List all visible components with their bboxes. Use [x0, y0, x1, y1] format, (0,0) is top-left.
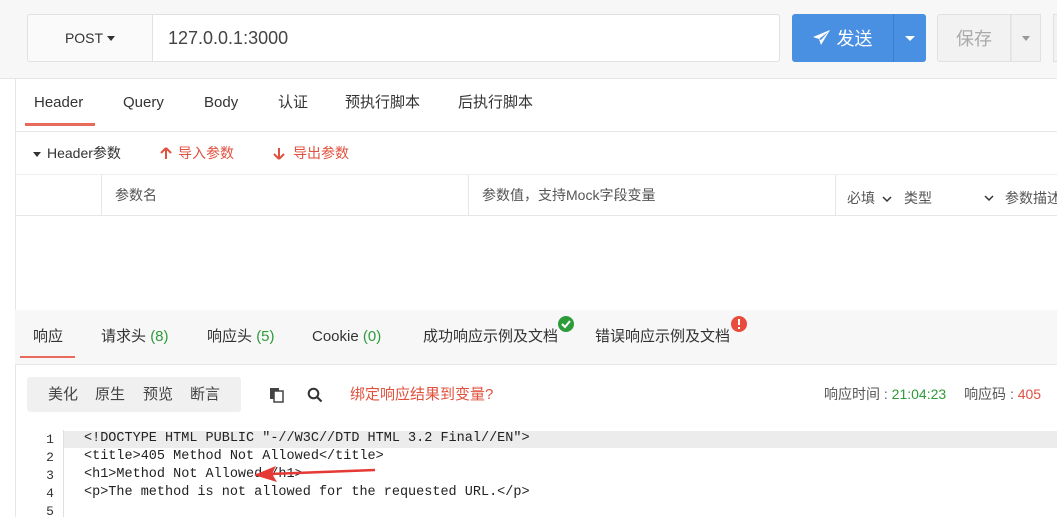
- tab-cookie[interactable]: Cookie (0): [312, 310, 381, 364]
- check-circle-icon: [558, 316, 574, 332]
- column-divider: [835, 175, 836, 215]
- col-required-label: 必填: [847, 190, 875, 206]
- column-divider: [101, 175, 102, 215]
- tab-cookie-label: Cookie: [312, 328, 359, 345]
- tab-post-script[interactable]: 后执行脚本: [458, 79, 533, 131]
- col-type: 类型: [904, 190, 932, 206]
- response-meta: 响应时间 : 21:04:23 响应码 : 405: [824, 377, 1041, 412]
- arrow-down-icon: [273, 148, 285, 160]
- line-number: 2: [46, 450, 54, 465]
- tab-request-headers[interactable]: 请求头 (8): [101, 310, 169, 364]
- arrow-up-icon: [160, 147, 172, 159]
- tab-pre-script[interactable]: 预执行脚本: [345, 79, 420, 131]
- chevron-down-icon: [1022, 35, 1030, 41]
- save-dropdown-button[interactable]: [1011, 14, 1041, 62]
- line-number: 1: [46, 432, 54, 447]
- code-line: <p>The method is not allowed for the req…: [84, 485, 530, 500]
- response-code-viewer[interactable]: 1 <!DOCTYPE HTML PUBLIC "-//W3C//DTD HTM…: [15, 430, 1057, 519]
- active-tab-indicator: [25, 123, 95, 126]
- search-icon[interactable]: [307, 387, 323, 403]
- response-tabs: 响应 请求头 (8) 响应头 (5) Cookie (0) 成功响应示例及文档 …: [15, 310, 1057, 365]
- format-preview[interactable]: 预览: [143, 377, 173, 412]
- error-circle-icon: [731, 316, 747, 332]
- col-description: 参数描述: [1005, 190, 1057, 206]
- tab-error-example[interactable]: 错误响应示例及文档: [595, 310, 730, 364]
- format-raw[interactable]: 原生: [95, 377, 125, 412]
- import-params-button[interactable]: 导入参数: [160, 132, 234, 174]
- export-params-label: 导出参数: [293, 145, 349, 161]
- col-param-name: 参数名: [115, 187, 157, 203]
- format-pretty[interactable]: 美化: [48, 377, 78, 412]
- send-button[interactable]: 发送: [792, 14, 893, 62]
- chevron-down-icon: [882, 196, 892, 203]
- bind-response-link[interactable]: 绑定响应结果到变量?: [350, 377, 493, 412]
- tab-response-headers-label: 响应头: [207, 328, 253, 345]
- tab-request-headers-label: 请求头: [101, 328, 147, 345]
- save-button[interactable]: 保存: [937, 14, 1011, 62]
- paper-plane-icon: [812, 30, 830, 45]
- response-time-label: 响应时间 :: [824, 386, 888, 402]
- send-label: 发送: [836, 29, 873, 49]
- more-button[interactable]: [1053, 14, 1057, 62]
- chevron-down-icon: [107, 35, 116, 41]
- tab-body[interactable]: Body: [204, 79, 238, 131]
- import-params-label: 导入参数: [178, 145, 234, 161]
- url-input[interactable]: 127.0.0.1:3000: [153, 14, 780, 62]
- method-select[interactable]: POST: [27, 14, 153, 62]
- cookie-count: (0): [362, 328, 382, 345]
- tab-query[interactable]: Query: [123, 79, 164, 131]
- response-code-label: 响应码 :: [964, 386, 1014, 402]
- params-table-header: 参数名 参数值，支持Mock字段变量 必填 类型 参数描述: [15, 175, 1057, 216]
- response-time-value: 21:04:23: [891, 386, 947, 402]
- caret-down-icon: [33, 151, 41, 157]
- chevron-down-icon[interactable]: [984, 195, 994, 202]
- response-code-value: 405: [1017, 386, 1042, 402]
- col-required[interactable]: 必填: [847, 178, 892, 218]
- tab-response-headers[interactable]: 响应头 (5): [207, 310, 275, 364]
- active-response-tab-indicator: [20, 356, 75, 358]
- format-assert[interactable]: 断言: [190, 377, 220, 412]
- code-line: <title>405 Method Not Allowed</title>: [84, 449, 384, 464]
- params-section-label: Header参数: [47, 145, 121, 161]
- code-line: <!DOCTYPE HTML PUBLIC "-//W3C//DTD HTML …: [84, 431, 530, 446]
- column-divider: [468, 175, 469, 215]
- params-toolbar: Header参数 导入参数 导出参数: [15, 132, 1057, 175]
- params-section-toggle[interactable]: Header参数: [33, 132, 121, 174]
- request-tabs: Header Query Body 认证 预执行脚本 后执行脚本: [15, 79, 1057, 132]
- col-param-value: 参数值，支持Mock字段变量: [482, 187, 656, 203]
- line-number: 3: [46, 468, 54, 483]
- copy-icon[interactable]: [269, 387, 284, 403]
- format-toggle-group: 美化 原生 预览 断言: [27, 377, 241, 412]
- method-value: POST: [64, 30, 104, 46]
- send-dropdown-button[interactable]: [893, 14, 926, 62]
- tab-auth[interactable]: 认证: [278, 79, 308, 131]
- annotation-arrow-icon: [254, 466, 376, 482]
- line-number: 4: [46, 486, 54, 501]
- export-params-button[interactable]: 导出参数: [273, 132, 349, 174]
- response-headers-count: (5): [256, 328, 275, 345]
- tab-success-example[interactable]: 成功响应示例及文档: [423, 310, 558, 364]
- request-headers-count: (8): [150, 328, 169, 345]
- chevron-down-icon: [905, 35, 915, 41]
